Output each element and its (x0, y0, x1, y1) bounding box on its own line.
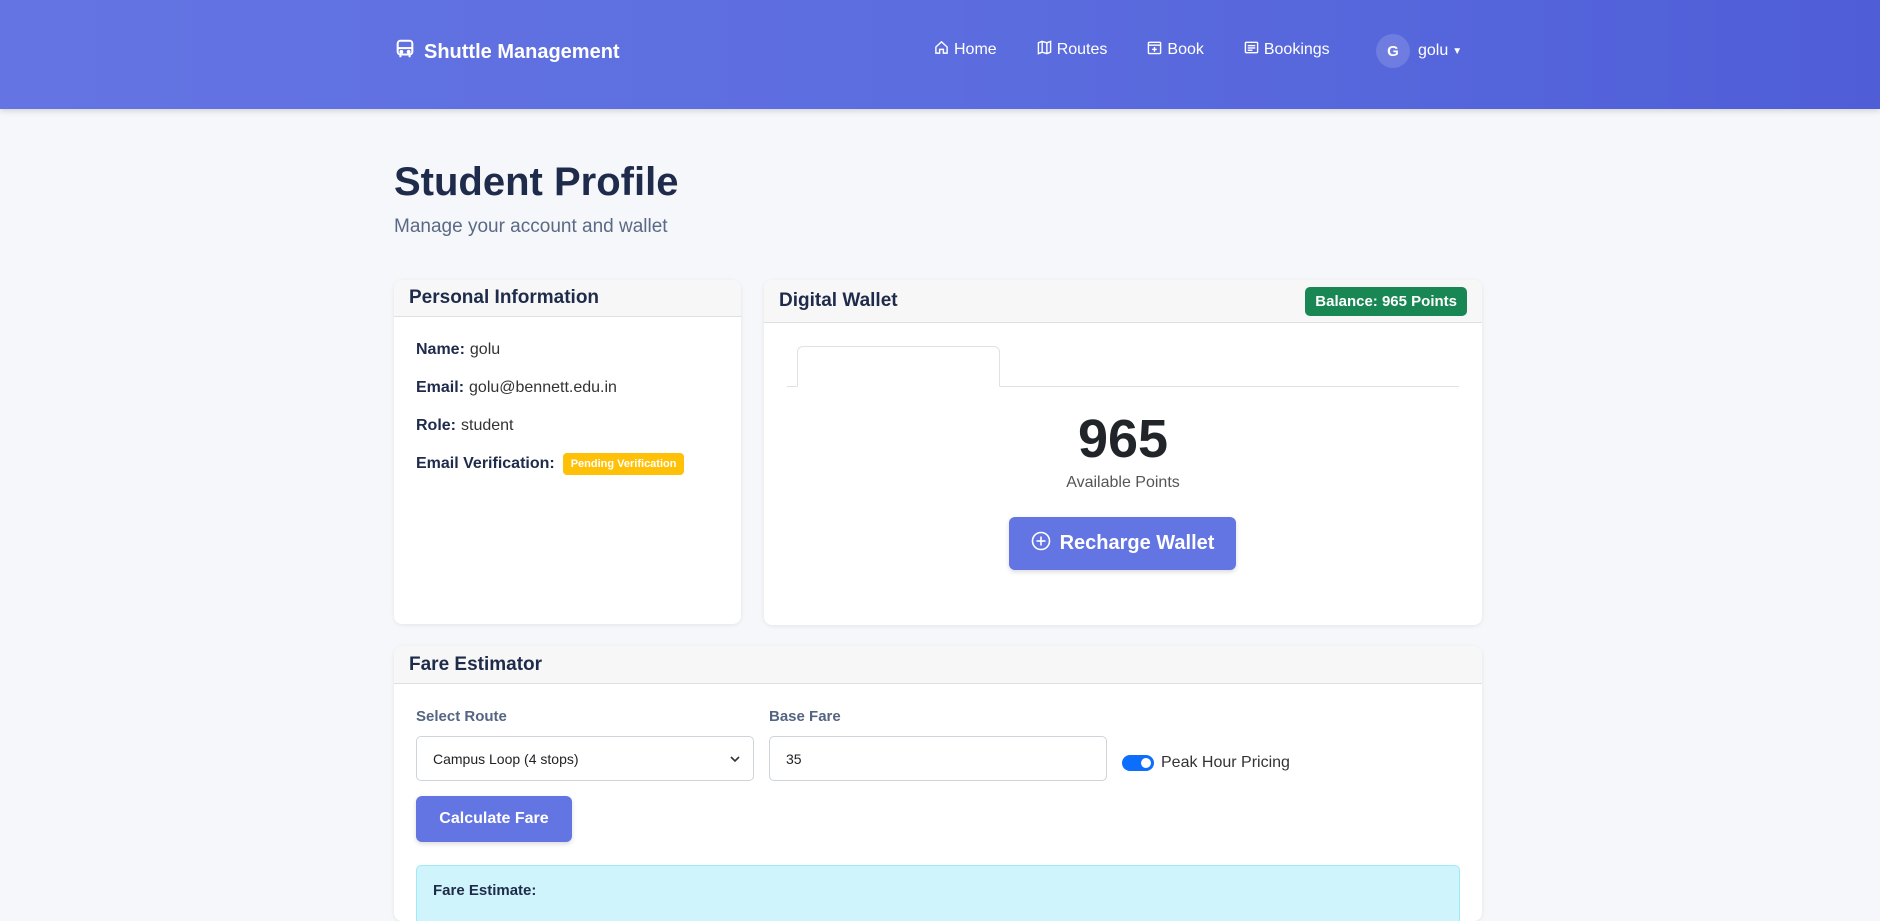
base-fare-label: Base Fare (769, 708, 841, 725)
status-badge: Pending Verification (562, 453, 685, 475)
nav-item-label: Home (954, 41, 997, 58)
bus-icon (394, 38, 416, 66)
calculate-fare-button[interactable]: Calculate Fare (416, 796, 572, 842)
user-name: golu (1418, 42, 1449, 59)
nav-item-home[interactable]: Home (934, 40, 997, 60)
wallet-tabs (787, 346, 1459, 387)
personal-info-card: Personal Information Name: golu Email: g… (394, 280, 741, 624)
nav-item-label: Bookings (1263, 41, 1330, 58)
verification-row: Email Verification: Pending Verification (416, 453, 719, 475)
home-icon (934, 40, 949, 60)
base-fare-input[interactable]: 35 (769, 736, 1107, 781)
peak-hour-switch-group: Peak Hour Pricing (1122, 754, 1290, 772)
brand[interactable]: Shuttle Management (394, 38, 620, 66)
fare-estimate-box: Fare Estimate: (416, 865, 1460, 921)
nav-links: Home Routes Book Bookings (934, 40, 1370, 60)
points-label: Available Points (1066, 474, 1180, 491)
list-icon (1244, 40, 1259, 60)
caret-down-icon: ▼ (1452, 45, 1463, 57)
route-select-value: Campus Loop (4 stops) (433, 750, 579, 767)
fare-estimate-label: Fare Estimate: (433, 882, 537, 899)
wallet-tab-active[interactable] (797, 346, 1000, 387)
chevron-down-icon (730, 756, 740, 763)
role-row: Role: student (416, 417, 719, 435)
verification-label: Email Verification: (416, 455, 555, 472)
wallet-card: Digital Wallet Balance: 965 Points 965 A… (764, 280, 1482, 625)
nav-item-routes[interactable]: Routes (1037, 40, 1108, 60)
calendar-plus-icon (1147, 40, 1162, 60)
name-label: Name: (416, 341, 465, 358)
role-label: Role: (416, 417, 456, 434)
peak-hour-label: Peak Hour Pricing (1161, 754, 1290, 771)
personal-info-title: Personal Information (409, 287, 600, 308)
map-icon (1037, 40, 1052, 60)
fare-estimator-title: Fare Estimator (409, 653, 543, 675)
personal-info-header: Personal Information (394, 280, 741, 317)
email-row: Email: golu@bennett.edu.in (416, 379, 719, 397)
page-subtitle: Manage your account and wallet (394, 216, 668, 237)
name-row: Name: golu (416, 341, 719, 359)
route-label: Select Route (416, 708, 507, 725)
nav-item-bookings[interactable]: Bookings (1244, 40, 1330, 60)
avatar: G (1376, 34, 1410, 68)
peak-hour-toggle[interactable] (1122, 755, 1154, 771)
base-fare-value: 35 (786, 750, 802, 767)
recharge-wallet-button[interactable]: Recharge Wallet (1009, 517, 1236, 570)
brand-label: Shuttle Management (424, 40, 620, 63)
fare-estimator-header: Fare Estimator (394, 646, 1482, 684)
route-select[interactable]: Campus Loop (4 stops) (416, 736, 754, 781)
user-menu[interactable]: G golu ▼ (1376, 34, 1462, 68)
navbar: Shuttle Management Home Routes Book Book… (0, 0, 1880, 109)
fare-estimator-card: Fare Estimator Select Route Campus Loop … (394, 646, 1482, 921)
email-value: golu@bennett.edu.in (469, 379, 617, 396)
name-value: golu (469, 341, 501, 358)
nav-item-book[interactable]: Book (1147, 40, 1204, 60)
role-value: student (461, 417, 514, 434)
plus-circle-icon (1031, 531, 1051, 557)
recharge-label: Recharge Wallet (1059, 532, 1215, 554)
nav-item-label: Book (1167, 41, 1204, 58)
nav-item-label: Routes (1056, 41, 1108, 58)
points-value: 965 (1077, 409, 1169, 469)
wallet-title: Digital Wallet (779, 290, 898, 311)
page-title: Student Profile (394, 160, 679, 204)
balance-badge: Balance: 965 Points (1305, 286, 1467, 316)
wallet-header: Digital Wallet Balance: 965 Points (764, 280, 1482, 323)
email-label: Email: (416, 379, 465, 396)
